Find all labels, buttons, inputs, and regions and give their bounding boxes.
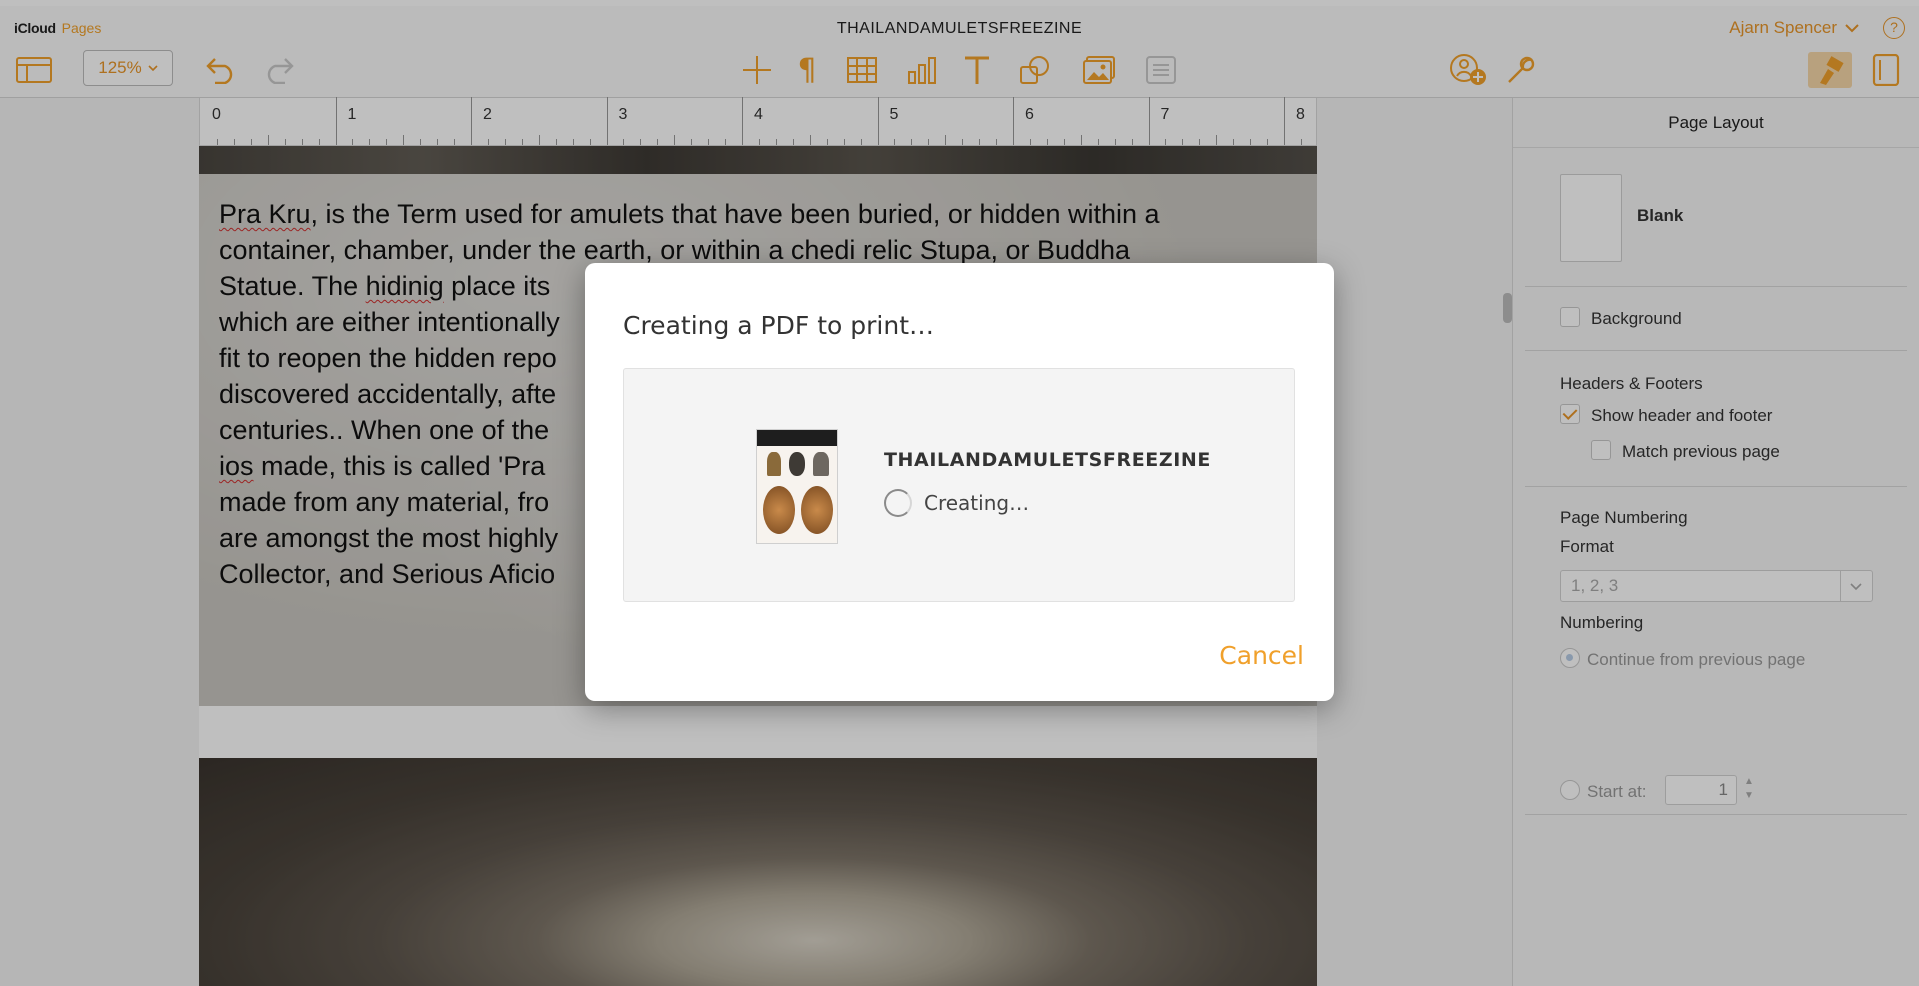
cancel-button[interactable]: Cancel	[1219, 641, 1304, 670]
dialog-title: Creating a PDF to print…	[623, 311, 934, 340]
amulet-image	[763, 486, 795, 534]
thumbnail-header	[757, 430, 837, 446]
amulet-image	[813, 452, 829, 476]
loading-spinner-icon	[884, 489, 912, 517]
pdf-document-name: THAILANDAMULETSFREEZINE	[884, 449, 1211, 471]
amulet-image	[801, 486, 833, 534]
print-pdf-dialog: Creating a PDF to print… THAILANDAMULETS…	[585, 263, 1334, 701]
amulet-image	[789, 452, 805, 476]
amulet-image	[767, 452, 781, 476]
document-preview-box: THAILANDAMULETSFREEZINE Creating…	[623, 368, 1295, 602]
document-thumbnail	[756, 429, 838, 544]
creating-status: Creating…	[924, 491, 1030, 515]
